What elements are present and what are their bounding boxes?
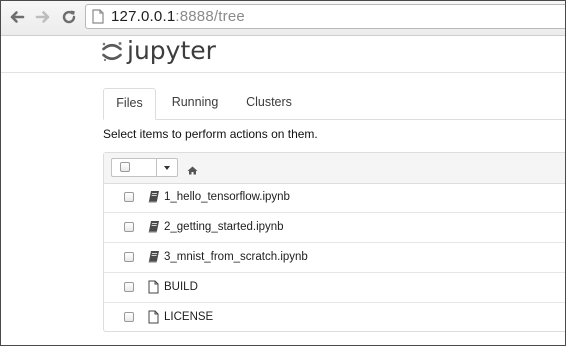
home-icon[interactable] [187,162,198,180]
instructions-text: Select items to perform actions on them. [103,127,318,141]
arrow-left-icon [7,7,27,27]
file-name-link[interactable]: BUILD [164,281,198,293]
file-icon [148,310,159,329]
tab-bar: Files Running Clusters [103,88,565,120]
list-item[interactable]: 1_hello_tensorflow.ipynb [104,183,565,213]
notebook-icon [148,250,160,268]
url-path: :8888/tree [175,8,245,25]
address-bar[interactable]: 127.0.0.1:8888/tree [85,4,565,29]
select-all-checkbox[interactable] [120,162,130,172]
url-text: 127.0.0.1:8888/tree [111,8,245,25]
dropdown-divider [156,159,157,176]
item-checkbox[interactable] [124,312,134,322]
notebook-icon [148,220,160,238]
item-checkbox[interactable] [124,252,134,262]
page-icon [92,9,104,29]
arrow-right-icon [33,7,53,27]
url-host: 127.0.0.1 [111,8,176,25]
back-button[interactable] [7,7,27,27]
tab-clusters[interactable]: Clusters [236,88,302,119]
file-name-link[interactable]: LICENSE [164,311,213,323]
list-item[interactable]: BUILD [104,273,565,303]
caret-down-icon[interactable] [164,166,170,170]
item-checkbox[interactable] [124,192,134,202]
jupyter-logo-icon [101,41,123,68]
forward-button[interactable] [33,7,53,27]
tab-running[interactable]: Running [164,88,226,119]
reload-icon [59,7,79,27]
file-icon [148,280,159,299]
jupyter-logo-text: jupyter [127,36,216,65]
file-name-link[interactable]: 1_hello_tensorflow.ipynb [164,191,290,203]
file-list-header [104,153,565,184]
browser-window: 127.0.0.1:8888/tree jupyter Files Runnin… [0,0,566,346]
file-name-link[interactable]: 2_getting_started.ipynb [164,221,284,233]
notebook-icon [148,190,160,208]
jupyter-header: jupyter [1,36,565,73]
browser-toolbar: 127.0.0.1:8888/tree [1,1,565,36]
list-item[interactable]: 2_getting_started.ipynb [104,213,565,243]
item-checkbox[interactable] [124,222,134,232]
list-item[interactable]: 3_mnist_from_scratch.ipynb [104,243,565,273]
select-all-dropdown[interactable] [111,158,178,177]
list-item[interactable]: LICENSE [104,303,565,333]
item-checkbox[interactable] [124,282,134,292]
file-list: 1_hello_tensorflow.ipynb 2_getting_start… [103,152,565,333]
tab-files[interactable]: Files [103,88,156,120]
reload-button[interactable] [59,7,79,27]
file-name-link[interactable]: 3_mnist_from_scratch.ipynb [164,251,308,263]
